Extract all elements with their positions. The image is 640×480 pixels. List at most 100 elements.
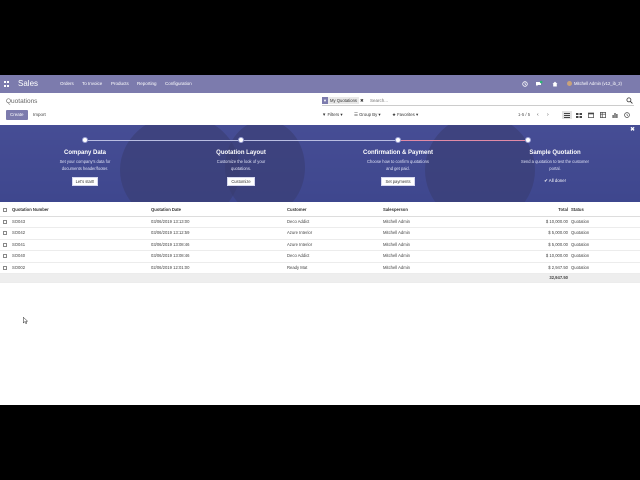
column-header-total[interactable]: Total — [520, 205, 568, 215]
table-header: Quotation Number Quotation Date Customer… — [0, 205, 640, 217]
search-bar: ▼ My Quotations ✖ — [322, 96, 634, 106]
step-dot-4 — [525, 137, 531, 143]
user-menu[interactable]: Mitchell Admin (v12_ib_2) — [567, 79, 622, 89]
cell-date: 02/06/2019 12:01:00 — [151, 264, 190, 270]
set-payments-button[interactable]: Set payments — [381, 177, 415, 186]
main-navbar: Sales Orders To Invoice Products Reporti… — [0, 75, 640, 93]
step-dot-1 — [82, 137, 88, 143]
cell-customer: Azure Interior — [287, 241, 313, 247]
cell-total: $ 5,000.00 — [548, 230, 568, 235]
table-row[interactable]: SO043 03/06/2019 13:13:00 Deco Addict Mi… — [0, 217, 640, 228]
cell-customer: Azure Interior — [287, 230, 313, 235]
step-done-status: ✔ All done! — [495, 177, 615, 185]
graph-view-icon[interactable] — [610, 111, 620, 119]
column-header-date[interactable]: Quotation Date — [151, 205, 181, 215]
pivot-view-icon[interactable] — [598, 111, 608, 119]
row-checkbox[interactable] — [3, 265, 7, 270]
favorites-dropdown[interactable]: ★ Favorites ▾ — [392, 111, 418, 119]
cell-date: 03/06/2019 13:12:59 — [151, 230, 190, 235]
step-done-label: All done! — [548, 178, 566, 183]
import-button[interactable]: Import — [29, 110, 50, 120]
cell-salesperson: Mitchell Admin — [383, 241, 410, 247]
onboarding-banner: ✖ Company Data Set your company's data f… — [0, 125, 640, 202]
table-row[interactable]: SO041 03/06/2019 13:08:46 Azure Interior… — [0, 240, 640, 251]
menu-orders[interactable]: Orders — [60, 79, 74, 89]
table-footer: 32,947.50 — [0, 274, 640, 283]
step-sample-quotation: Sample Quotation Send a quotation to tes… — [495, 149, 615, 185]
app-name[interactable]: Sales — [18, 78, 38, 89]
cell-customer: Deco Addict — [287, 218, 310, 224]
progress-line-complete — [398, 140, 528, 141]
caret-down-icon: ▾ — [340, 112, 343, 117]
select-all-checkbox[interactable] — [3, 208, 7, 212]
star-icon: ★ — [392, 112, 396, 117]
odoo-app: Sales Orders To Invoice Products Reporti… — [0, 75, 640, 405]
activity-icon[interactable] — [522, 79, 528, 93]
cell-number: SO002 — [12, 264, 26, 270]
step-quotation-layout: Quotation Layout Customize the look of y… — [181, 149, 301, 186]
step-desc: Customize the look of your — [216, 159, 266, 164]
table-row[interactable]: SO040 03/06/2019 13:08:46 Deco Addict Mi… — [0, 251, 640, 263]
menu-to-invoice[interactable]: To Invoice — [82, 79, 102, 89]
column-header-status[interactable]: Status — [571, 205, 584, 215]
cell-salesperson: Mitchell Admin — [383, 264, 410, 270]
footer-total: 32,947.50 — [549, 275, 568, 280]
filter-icon: ▼ — [322, 112, 327, 117]
search-icon[interactable] — [626, 97, 633, 104]
caret-down-icon: ▾ — [378, 112, 381, 117]
cell-total: $ 10,000.00 — [545, 253, 568, 258]
step-desc: and get paid. — [386, 166, 410, 171]
column-header-customer[interactable]: Customer — [287, 205, 307, 215]
cell-status: Quotation — [571, 241, 590, 247]
close-icon[interactable]: ✖ — [630, 127, 635, 134]
pager-next-icon[interactable]: › — [547, 111, 549, 119]
create-button[interactable]: Create — [6, 110, 28, 120]
page-title[interactable]: Quotations — [6, 98, 37, 105]
facet-close-icon[interactable]: ✖ — [360, 98, 364, 104]
cell-date: 03/06/2019 13:13:00 — [151, 218, 190, 224]
step-desc: portal. — [549, 166, 561, 171]
menu-products[interactable]: Products — [111, 79, 129, 89]
home-icon[interactable] — [552, 79, 558, 93]
step-dot-3 — [395, 137, 401, 143]
customize-button[interactable]: Customize — [227, 177, 255, 186]
cell-salesperson: Mitchell Admin — [383, 253, 410, 258]
avatar — [567, 81, 572, 87]
apps-menu-icon[interactable] — [4, 81, 10, 87]
favorites-label: Favorites — [397, 112, 415, 117]
row-checkbox[interactable] — [3, 254, 7, 258]
menu-configuration[interactable]: Configuration — [165, 79, 192, 89]
cell-date: 03/06/2019 13:08:46 — [151, 241, 190, 247]
step-title: Sample Quotation — [529, 150, 581, 156]
cell-customer: Ready Mat — [287, 264, 308, 270]
list-view-icon[interactable] — [562, 111, 572, 119]
row-checkbox[interactable] — [3, 219, 7, 224]
pager-previous-icon[interactable]: ‹ — [537, 111, 539, 119]
filters-dropdown[interactable]: ▼ Filters ▾ — [322, 111, 343, 119]
cell-customer: Deco Addict — [287, 253, 310, 258]
search-input[interactable] — [370, 97, 620, 104]
cell-status: Quotation — [571, 230, 590, 235]
table-row[interactable]: SO002 02/06/2019 12:01:00 Ready Mat Mitc… — [0, 263, 640, 274]
cell-number: SO042 — [12, 230, 26, 235]
lets-start-button[interactable]: Let's start! — [71, 177, 99, 186]
facet-label: My Quotations — [328, 97, 359, 104]
chat-icon[interactable] — [535, 79, 543, 93]
search-facet: ▼ My Quotations ✖ — [322, 97, 364, 104]
cell-number: SO043 — [12, 218, 26, 224]
step-company-data: Company Data Set your company's data for… — [25, 149, 145, 186]
activity-view-icon[interactable] — [622, 111, 632, 119]
cell-number: SO041 — [12, 241, 26, 247]
cell-status: Quotation — [571, 253, 590, 258]
group-by-dropdown[interactable]: ☰ Group By ▾ — [354, 111, 381, 119]
caret-down-icon: ▾ — [415, 112, 419, 117]
kanban-view-icon[interactable] — [574, 111, 584, 119]
row-checkbox[interactable] — [3, 231, 7, 235]
menu-reporting[interactable]: Reporting — [137, 79, 157, 89]
column-header-salesperson[interactable]: Salesperson — [383, 205, 408, 215]
pager-value[interactable]: 1-5 / 5 — [518, 111, 530, 119]
table-row[interactable]: SO042 03/06/2019 13:12:59 Azure Interior… — [0, 228, 640, 240]
row-checkbox[interactable] — [3, 242, 7, 247]
calendar-view-icon[interactable] — [586, 111, 596, 119]
column-header-number[interactable]: Quotation Number — [12, 205, 49, 215]
